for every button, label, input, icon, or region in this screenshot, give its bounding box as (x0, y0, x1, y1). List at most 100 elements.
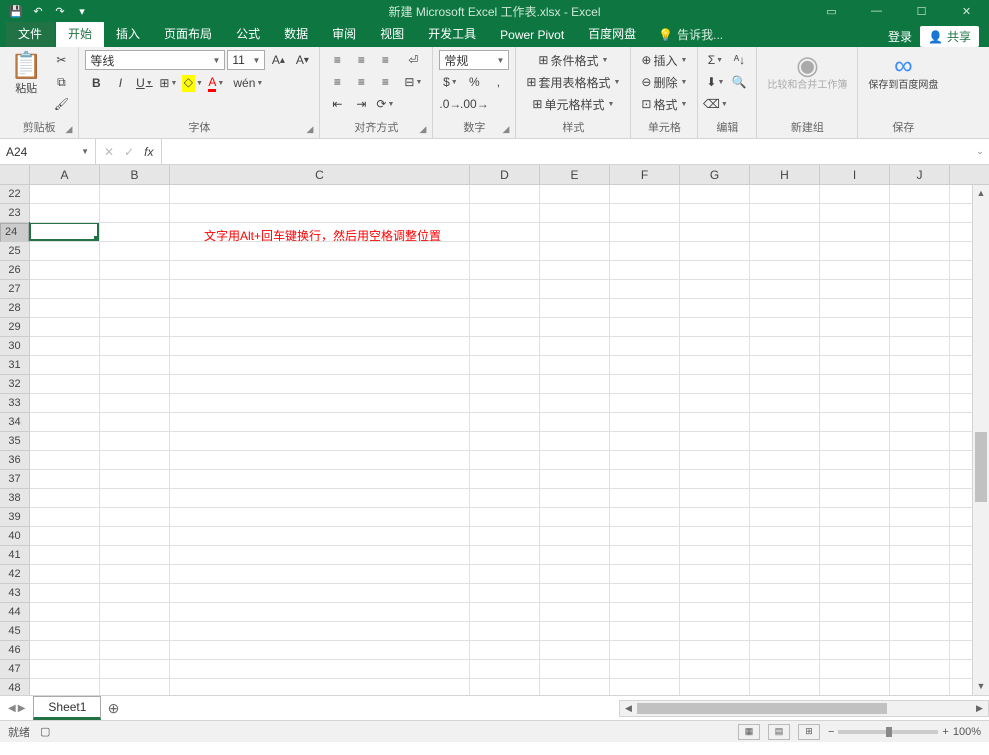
font-name-select[interactable]: 等线▼ (85, 50, 225, 70)
row-header-48[interactable]: 48 (0, 679, 29, 695)
cut-button[interactable]: ✂ (50, 50, 72, 70)
col-header-D[interactable]: D (470, 165, 540, 184)
orientation-button[interactable]: ⟳▼ (374, 94, 396, 114)
sheet-nav-next-icon[interactable]: ▶ (18, 703, 26, 714)
decrease-decimal-button[interactable]: .00→ (463, 94, 485, 114)
row-header-32[interactable]: 32 (0, 375, 29, 394)
row-header-25[interactable]: 25 (0, 242, 29, 261)
ribbon-options-icon[interactable]: ▭ (809, 0, 854, 22)
row-header-29[interactable]: 29 (0, 318, 29, 337)
col-header-B[interactable]: B (100, 165, 170, 184)
row-header-23[interactable]: 23 (0, 204, 29, 223)
merge-center-button[interactable]: ⊟▼ (400, 72, 426, 92)
comma-button[interactable]: , (487, 72, 509, 92)
save-baidu-button[interactable]: ∞ 保存到百度网盘 (864, 50, 942, 94)
col-header-F[interactable]: F (610, 165, 680, 184)
sheet-nav-prev-icon[interactable]: ◀ (8, 703, 16, 714)
row-header-37[interactable]: 37 (0, 470, 29, 489)
font-dialog-icon[interactable]: ◢ (306, 124, 313, 135)
format-cells-button[interactable]: ⊡ 格式 ▼ (637, 94, 691, 114)
fill-color-button[interactable]: ◇▼ (181, 73, 203, 93)
row-header-28[interactable]: 28 (0, 299, 29, 318)
row-header-47[interactable]: 47 (0, 660, 29, 679)
row-header-44[interactable]: 44 (0, 603, 29, 622)
close-icon[interactable]: ✕ (944, 0, 989, 22)
zoom-slider[interactable] (838, 730, 938, 734)
add-sheet-button[interactable]: ⊕ (101, 700, 125, 717)
cancel-formula-icon[interactable]: ✕ (104, 145, 114, 159)
macro-record-icon[interactable]: ▢ (40, 725, 50, 738)
share-button[interactable]: 👤 共享 (920, 26, 979, 47)
delete-cells-button[interactable]: ⊖ 删除 ▼ (637, 72, 691, 92)
row-header-45[interactable]: 45 (0, 622, 29, 641)
align-right-button[interactable]: ≡ (374, 72, 396, 92)
phonetic-button[interactable]: wén▼ (229, 73, 267, 93)
row-header-41[interactable]: 41 (0, 546, 29, 565)
expand-formula-icon[interactable]: ⌄ (971, 139, 989, 164)
page-break-view-button[interactable]: ⊞ (798, 724, 820, 740)
font-size-select[interactable]: 11▼ (227, 50, 265, 70)
align-center-button[interactable]: ≡ (350, 72, 372, 92)
zoom-out-button[interactable]: − (828, 726, 834, 738)
scroll-up-icon[interactable]: ▲ (973, 185, 989, 202)
tab-formulas[interactable]: 公式 (224, 21, 272, 47)
wrap-text-button[interactable]: ⏎ (400, 50, 426, 70)
name-box[interactable]: A24▼ (0, 139, 96, 164)
row-header-38[interactable]: 38 (0, 489, 29, 508)
zoom-level[interactable]: 100% (953, 726, 981, 738)
minimize-icon[interactable]: — (854, 0, 899, 22)
col-header-I[interactable]: I (820, 165, 890, 184)
tab-page-layout[interactable]: 页面布局 (152, 21, 224, 47)
scroll-down-icon[interactable]: ▼ (973, 678, 989, 695)
number-dialog-icon[interactable]: ◢ (502, 124, 509, 135)
tab-view[interactable]: 视图 (368, 21, 416, 47)
align-bottom-button[interactable]: ≡ (374, 50, 396, 70)
scroll-right-icon[interactable]: ▶ (971, 703, 988, 714)
font-color-button[interactable]: A▼ (205, 73, 227, 93)
clear-button[interactable]: ⌫▼ (704, 94, 726, 114)
row-header-30[interactable]: 30 (0, 337, 29, 356)
number-format-select[interactable]: 常规▼ (439, 50, 509, 70)
enter-formula-icon[interactable]: ✓ (124, 145, 134, 159)
align-top-button[interactable]: ≡ (326, 50, 348, 70)
border-button[interactable]: ⊞▼ (157, 73, 179, 93)
qat-more-icon[interactable]: ▾ (74, 3, 90, 19)
row-header-46[interactable]: 46 (0, 641, 29, 660)
row-header-34[interactable]: 34 (0, 413, 29, 432)
col-header-G[interactable]: G (680, 165, 750, 184)
fx-icon[interactable]: fx (144, 145, 153, 159)
undo-icon[interactable]: ↶ (30, 3, 46, 19)
clipboard-dialog-icon[interactable]: ◢ (65, 124, 72, 135)
vscroll-thumb[interactable] (975, 432, 987, 502)
col-header-C[interactable]: C (170, 165, 470, 184)
copy-button[interactable]: ⧉ (50, 72, 72, 92)
row-header-42[interactable]: 42 (0, 565, 29, 584)
cells-area[interactable]: 文字用Alt+回车键换行，然后用空格调整位置 (30, 185, 972, 695)
insert-cells-button[interactable]: ⊕ 插入 ▼ (637, 50, 691, 70)
select-all-corner[interactable] (0, 165, 30, 184)
row-header-39[interactable]: 39 (0, 508, 29, 527)
row-header-24[interactable]: 24 (0, 223, 29, 242)
cell-styles-button[interactable]: ⊞ 单元格样式 ▼ (522, 94, 624, 114)
format-as-table-button[interactable]: ⊞ 套用表格格式 ▼ (522, 72, 624, 92)
tab-developer[interactable]: 开发工具 (416, 21, 488, 47)
col-header-H[interactable]: H (750, 165, 820, 184)
accounting-button[interactable]: $▼ (439, 72, 461, 92)
maximize-icon[interactable]: ☐ (899, 0, 944, 22)
col-header-E[interactable]: E (540, 165, 610, 184)
paste-button[interactable]: 📋 粘贴 (6, 50, 46, 98)
row-header-31[interactable]: 31 (0, 356, 29, 375)
tab-home[interactable]: 开始 (56, 21, 104, 47)
underline-button[interactable]: U▼ (133, 73, 155, 93)
col-header-J[interactable]: J (890, 165, 950, 184)
decrease-font-button[interactable]: A▾ (291, 50, 313, 70)
find-select-button[interactable]: 🔍 (728, 72, 750, 92)
format-painter-button[interactable]: 🖌 (50, 94, 72, 114)
tab-powerpivot[interactable]: Power Pivot (488, 24, 576, 47)
percent-button[interactable]: % (463, 72, 485, 92)
decrease-indent-button[interactable]: ⇤ (326, 94, 348, 114)
login-link[interactable]: 登录 (888, 28, 912, 45)
row-header-36[interactable]: 36 (0, 451, 29, 470)
tell-me[interactable]: 💡 告诉我... (648, 22, 733, 47)
tab-insert[interactable]: 插入 (104, 21, 152, 47)
